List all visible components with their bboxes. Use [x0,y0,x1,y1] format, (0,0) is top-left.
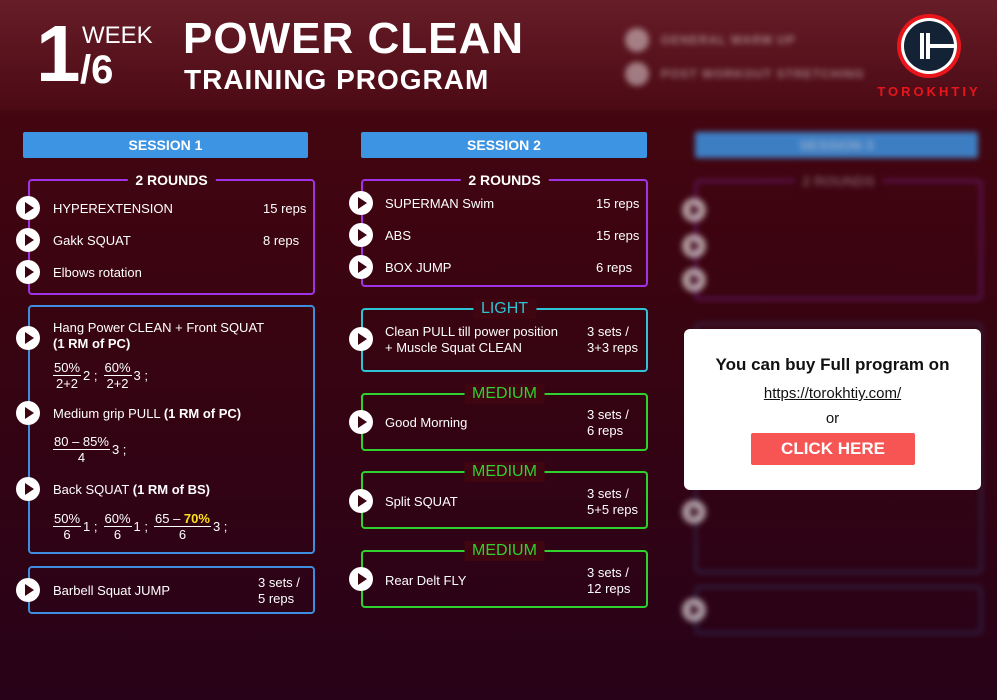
exercise-name: Barbell Squat JUMP [53,583,171,598]
exercise-reps: 3 sets / [587,565,629,580]
exercise-reps: 8 reps [263,233,300,248]
popup-title: You can buy Full program on [715,355,950,374]
play-icon[interactable] [16,578,40,602]
play-icon[interactable] [16,196,40,220]
exercise-reps: 3+3 reps [587,340,638,355]
blurred-header-links: GENERAL WARM UP POST WORKOUT STRETCHING [625,28,865,96]
exercise-reps: 3 sets / [587,324,629,339]
play-icon[interactable] [349,410,373,434]
highlight-percent: 70% [183,511,210,526]
popup-or: or [825,410,840,427]
stretching-link[interactable]: POST WORKOUT STRETCHING [661,67,865,81]
play-icon[interactable] [16,401,40,425]
play-icon [625,62,649,86]
intensity-label: LIGHT [472,299,537,319]
buy-program-popup: You can buy Full program on https://toro… [684,329,981,490]
exercise-name: Good Morning [385,415,468,430]
exercise-name: Elbows rotation [53,265,142,280]
intensity-label: MEDIUM [464,384,545,404]
play-icon[interactable] [349,223,373,247]
page-subtitle: TRAINING PROGRAM [184,64,490,95]
play-icon[interactable] [349,489,373,513]
play-icon [682,198,706,222]
exercise-name: ABS [385,228,412,243]
exercise-reps: 5 reps [258,591,295,606]
week-number: 1 [36,9,80,98]
rounds-label: 2 ROUNDS [460,170,549,190]
set-scheme: 80 – 85% 4 3 ; [53,434,127,465]
session-1-header: SESSION 1 [23,132,308,158]
exercise-reps: 6 reps [596,260,633,275]
play-icon [682,234,706,258]
intensity-label: MEDIUM [464,541,545,561]
website-link[interactable]: https://torokhtiy.com/ [684,385,981,402]
exercise-name: Back SQUAT (1 RM of BS) [53,482,211,497]
torokhtiy-logo-icon [897,14,961,78]
session-3-rounds-block: 2 ROUNDS [695,171,982,300]
play-icon [682,268,706,292]
logo-text: TOROKHTIY [877,84,981,99]
exercise-name: SUPERMAN Swim [385,196,495,211]
week-total: /6 [80,48,114,92]
exercise-name: Rear Delt FLY [385,573,467,588]
click-here-button[interactable]: CLICK HERE [751,433,915,465]
exercise-name: Split SQUAT [385,494,458,509]
exercise-reps: 5+5 reps [587,502,638,517]
play-icon[interactable] [16,228,40,252]
exercise-note: (1 RM of PC) [53,336,131,351]
session-2-header: SESSION 2 [361,132,647,158]
exercise-reps: 15 reps [596,196,640,211]
warmup-link[interactable]: GENERAL WARM UP [661,33,796,47]
exercise-name: Hang Power CLEAN + Front SQUAT [53,320,265,335]
exercise-reps: 15 reps [596,228,640,243]
exercise-name: + Muscle Squat CLEAN [385,340,522,355]
play-icon[interactable] [349,255,373,279]
play-icon [682,598,706,622]
exercise-name: Clean PULL till power position [385,324,558,339]
exercise-name: Gakk SQUAT [53,233,131,248]
exercise-reps: 15 reps [263,201,307,216]
play-icon[interactable] [16,326,40,350]
header: 1 WEEK /6 POWER CLEAN TRAINING PROGRAM G… [0,0,997,110]
exercise-name: BOX JUMP [385,260,452,275]
exercise-reps: 6 reps [587,423,624,438]
exercise-reps: 3 sets / [258,575,300,590]
play-icon[interactable] [349,567,373,591]
exercise-name: Medium grip PULL (1 RM of PC) [53,406,242,421]
set-scheme: 50% 6 1 ; 60% 6 1 ; 65 – 70% 6 3 ; [53,511,228,542]
play-icon[interactable] [16,260,40,284]
intensity-label: MEDIUM [464,462,545,482]
play-icon [682,500,706,524]
play-icon [625,28,649,52]
play-icon[interactable] [16,477,40,501]
rounds-label: 2 ROUNDS [127,170,216,190]
play-icon[interactable] [349,327,373,351]
exercise-reps: 12 reps [587,581,631,596]
set-scheme: 50% 2+2 2 ; 60% 2+2 3 ; [53,360,148,391]
exercise-name: HYPEREXTENSION [53,201,173,216]
session-3-header: SESSION 3 [695,132,978,158]
page-title: POWER CLEAN [183,14,524,63]
exercise-reps: 3 sets / [587,407,629,422]
exercise-reps: 3 sets / [587,486,629,501]
play-icon[interactable] [349,191,373,215]
week-label: WEEK [82,22,153,49]
